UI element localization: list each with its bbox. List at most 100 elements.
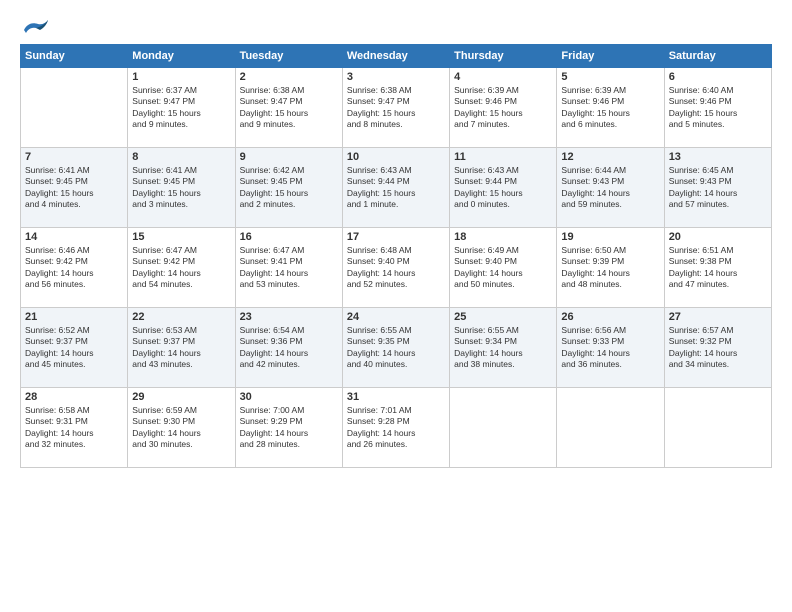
calendar-week-row: 21 Sunrise: 6:52 AMSunset: 9:37 PMDayligh… [21, 308, 772, 388]
day-info: Sunrise: 6:59 AMSunset: 9:30 PMDaylight:… [132, 405, 230, 451]
logo-bird-icon [22, 16, 50, 36]
weekday-header-thursday: Thursday [450, 45, 557, 68]
day-info: Sunrise: 6:38 AMSunset: 9:47 PMDaylight:… [347, 85, 445, 131]
day-info: Sunrise: 6:49 AMSunset: 9:40 PMDaylight:… [454, 245, 552, 291]
day-number: 22 [132, 311, 230, 323]
calendar-week-row: 1 Sunrise: 6:37 AMSunset: 9:47 PMDaylight… [21, 68, 772, 148]
calendar-cell: 22 Sunrise: 6:53 AMSunset: 9:37 PMDayligh… [128, 308, 235, 388]
day-number: 21 [25, 311, 123, 323]
day-info: Sunrise: 6:53 AMSunset: 9:37 PMDaylight:… [132, 325, 230, 371]
day-info: Sunrise: 6:58 AMSunset: 9:31 PMDaylight:… [25, 405, 123, 451]
day-number: 6 [669, 71, 767, 83]
day-info: Sunrise: 6:56 AMSunset: 9:33 PMDaylight:… [561, 325, 659, 371]
day-number: 8 [132, 151, 230, 163]
calendar-cell: 17 Sunrise: 6:48 AMSunset: 9:40 PMDayligh… [342, 228, 449, 308]
day-number: 26 [561, 311, 659, 323]
day-number: 28 [25, 391, 123, 403]
day-number: 27 [669, 311, 767, 323]
day-info: Sunrise: 6:41 AMSunset: 9:45 PMDaylight:… [132, 165, 230, 211]
day-info: Sunrise: 6:44 AMSunset: 9:43 PMDaylight:… [561, 165, 659, 211]
day-info: Sunrise: 6:40 AMSunset: 9:46 PMDaylight:… [669, 85, 767, 131]
weekday-header-monday: Monday [128, 45, 235, 68]
weekday-header-friday: Friday [557, 45, 664, 68]
calendar-cell: 26 Sunrise: 6:56 AMSunset: 9:33 PMDayligh… [557, 308, 664, 388]
day-info: Sunrise: 6:41 AMSunset: 9:45 PMDaylight:… [25, 165, 123, 211]
calendar-week-row: 7 Sunrise: 6:41 AMSunset: 9:45 PMDaylight… [21, 148, 772, 228]
day-info: Sunrise: 6:48 AMSunset: 9:40 PMDaylight:… [347, 245, 445, 291]
day-info: Sunrise: 7:01 AMSunset: 9:28 PMDaylight:… [347, 405, 445, 451]
day-number: 3 [347, 71, 445, 83]
calendar-cell: 14 Sunrise: 6:46 AMSunset: 9:42 PMDayligh… [21, 228, 128, 308]
day-info: Sunrise: 6:52 AMSunset: 9:37 PMDaylight:… [25, 325, 123, 371]
day-number: 18 [454, 231, 552, 243]
day-info: Sunrise: 6:38 AMSunset: 9:47 PMDaylight:… [240, 85, 338, 131]
logo [20, 16, 50, 36]
calendar-cell: 24 Sunrise: 6:55 AMSunset: 9:35 PMDayligh… [342, 308, 449, 388]
calendar-cell: 18 Sunrise: 6:49 AMSunset: 9:40 PMDayligh… [450, 228, 557, 308]
calendar-cell: 29 Sunrise: 6:59 AMSunset: 9:30 PMDayligh… [128, 388, 235, 468]
day-number: 19 [561, 231, 659, 243]
day-number: 11 [454, 151, 552, 163]
day-number: 1 [132, 71, 230, 83]
calendar-cell: 5Sunrise: 6:39 AMSunset: 9:46 PMDaylight… [557, 68, 664, 148]
day-info: Sunrise: 6:54 AMSunset: 9:36 PMDaylight:… [240, 325, 338, 371]
day-number: 15 [132, 231, 230, 243]
day-info: Sunrise: 6:46 AMSunset: 9:42 PMDaylight:… [25, 245, 123, 291]
header [20, 16, 772, 36]
calendar-cell: 27 Sunrise: 6:57 AMSunset: 9:32 PMDayligh… [664, 308, 771, 388]
calendar-cell: 23 Sunrise: 6:54 AMSunset: 9:36 PMDayligh… [235, 308, 342, 388]
calendar-cell: 28 Sunrise: 6:58 AMSunset: 9:31 PMDayligh… [21, 388, 128, 468]
calendar-cell: 4Sunrise: 6:39 AMSunset: 9:46 PMDaylight… [450, 68, 557, 148]
weekday-header-sunday: Sunday [21, 45, 128, 68]
day-number: 7 [25, 151, 123, 163]
day-number: 31 [347, 391, 445, 403]
day-number: 5 [561, 71, 659, 83]
calendar-cell: 1 Sunrise: 6:37 AMSunset: 9:47 PMDaylight… [128, 68, 235, 148]
day-number: 25 [454, 311, 552, 323]
calendar-cell [21, 68, 128, 148]
day-info: Sunrise: 6:37 AMSunset: 9:47 PMDaylight:… [132, 85, 230, 131]
calendar-week-row: 28 Sunrise: 6:58 AMSunset: 9:31 PMDayligh… [21, 388, 772, 468]
day-info: Sunrise: 6:45 AMSunset: 9:43 PMDaylight:… [669, 165, 767, 211]
calendar-cell: 13 Sunrise: 6:45 AMSunset: 9:43 PMDayligh… [664, 148, 771, 228]
calendar-cell: 21 Sunrise: 6:52 AMSunset: 9:37 PMDayligh… [21, 308, 128, 388]
day-info: Sunrise: 6:43 AMSunset: 9:44 PMDaylight:… [454, 165, 552, 211]
day-info: Sunrise: 6:39 AMSunset: 9:46 PMDaylight:… [454, 85, 552, 131]
day-number: 24 [347, 311, 445, 323]
day-info: Sunrise: 6:50 AMSunset: 9:39 PMDaylight:… [561, 245, 659, 291]
calendar-cell: 20Sunrise: 6:51 AMSunset: 9:38 PMDayligh… [664, 228, 771, 308]
weekday-header-wednesday: Wednesday [342, 45, 449, 68]
calendar-cell: 30Sunrise: 7:00 AMSunset: 9:29 PMDayligh… [235, 388, 342, 468]
day-info: Sunrise: 6:42 AMSunset: 9:45 PMDaylight:… [240, 165, 338, 211]
calendar-cell [664, 388, 771, 468]
calendar-cell: 12Sunrise: 6:44 AMSunset: 9:43 PMDayligh… [557, 148, 664, 228]
calendar-cell: 9 Sunrise: 6:42 AMSunset: 9:45 PMDaylight… [235, 148, 342, 228]
calendar-cell: 7 Sunrise: 6:41 AMSunset: 9:45 PMDaylight… [21, 148, 128, 228]
calendar-table: SundayMondayTuesdayWednesdayThursdayFrid… [20, 44, 772, 468]
calendar-cell: 10 Sunrise: 6:43 AMSunset: 9:44 PMDayligh… [342, 148, 449, 228]
calendar-cell: 31 Sunrise: 7:01 AMSunset: 9:28 PMDayligh… [342, 388, 449, 468]
day-info: Sunrise: 6:55 AMSunset: 9:35 PMDaylight:… [347, 325, 445, 371]
calendar-cell: 3 Sunrise: 6:38 AMSunset: 9:47 PMDaylight… [342, 68, 449, 148]
day-info: Sunrise: 6:47 AMSunset: 9:41 PMDaylight:… [240, 245, 338, 291]
day-number: 14 [25, 231, 123, 243]
day-info: Sunrise: 6:55 AMSunset: 9:34 PMDaylight:… [454, 325, 552, 371]
day-number: 17 [347, 231, 445, 243]
day-info: Sunrise: 6:51 AMSunset: 9:38 PMDaylight:… [669, 245, 767, 291]
day-number: 13 [669, 151, 767, 163]
day-number: 10 [347, 151, 445, 163]
calendar-cell: 2 Sunrise: 6:38 AMSunset: 9:47 PMDaylight… [235, 68, 342, 148]
calendar-cell [557, 388, 664, 468]
day-number: 23 [240, 311, 338, 323]
day-number: 30 [240, 391, 338, 403]
day-info: Sunrise: 6:57 AMSunset: 9:32 PMDaylight:… [669, 325, 767, 371]
day-info: Sunrise: 6:47 AMSunset: 9:42 PMDaylight:… [132, 245, 230, 291]
day-number: 2 [240, 71, 338, 83]
day-number: 16 [240, 231, 338, 243]
day-number: 29 [132, 391, 230, 403]
day-number: 9 [240, 151, 338, 163]
calendar-cell: 15 Sunrise: 6:47 AMSunset: 9:42 PMDayligh… [128, 228, 235, 308]
calendar-cell: 8 Sunrise: 6:41 AMSunset: 9:45 PMDaylight… [128, 148, 235, 228]
day-info: Sunrise: 6:43 AMSunset: 9:44 PMDaylight:… [347, 165, 445, 211]
calendar-cell: 11 Sunrise: 6:43 AMSunset: 9:44 PMDayligh… [450, 148, 557, 228]
